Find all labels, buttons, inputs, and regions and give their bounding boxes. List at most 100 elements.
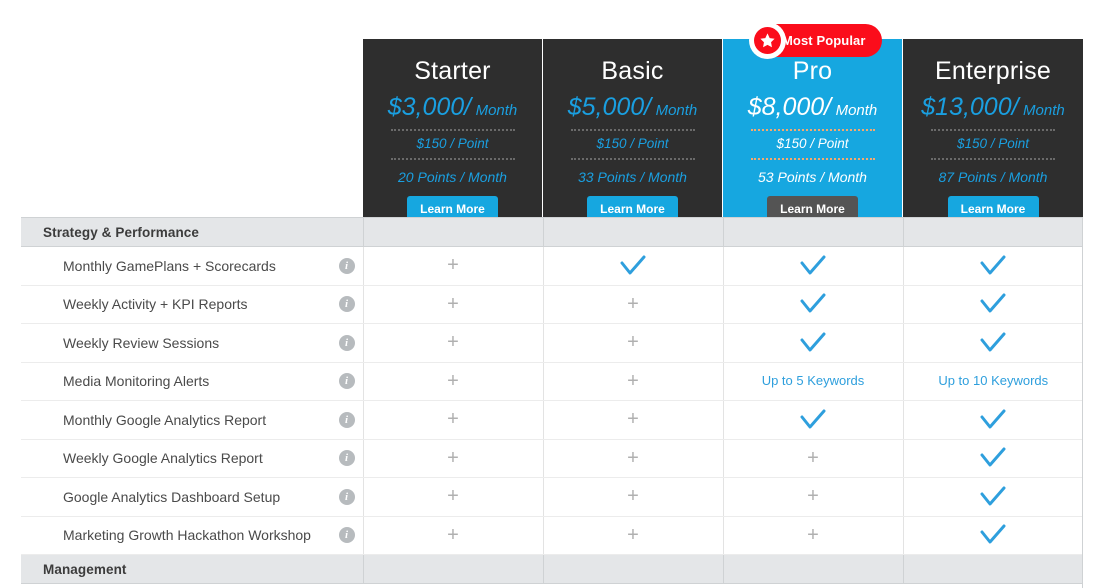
- plan-cell: +: [543, 516, 723, 555]
- table-row: Marketing Growth Hackathon Workshopi + + +: [21, 516, 1083, 555]
- plan-cell: [723, 401, 903, 440]
- plan-cell: +: [363, 285, 543, 324]
- section-header-row: Management: [21, 555, 1083, 584]
- cell-text: Up to 10 Keywords: [938, 373, 1048, 388]
- table-row: Monthly GamePlans + Scorecards i +: [21, 247, 1083, 286]
- plan-header-cards: Starter$3,000/ Month$150 / Point20 Point…: [363, 39, 1083, 217]
- section-title: Management: [21, 555, 363, 584]
- info-icon[interactable]: i: [339, 296, 355, 312]
- plus-icon[interactable]: +: [627, 486, 639, 506]
- plus-icon[interactable]: +: [447, 486, 459, 506]
- plan-price-period: Month: [476, 102, 518, 119]
- info-icon[interactable]: i: [339, 489, 355, 505]
- plan-points: 87 Points / Month: [939, 168, 1048, 186]
- plan-unit-price: $150 / Point: [596, 135, 668, 153]
- plan-cell: [903, 247, 1083, 286]
- feature-label: Google Analytics Dashboard Setup: [63, 488, 280, 506]
- plus-icon[interactable]: +: [807, 448, 819, 468]
- plus-icon[interactable]: +: [627, 332, 639, 352]
- plus-icon[interactable]: +: [627, 294, 639, 314]
- feature-cell: Monthly GamePlans + Scorecards i: [21, 247, 363, 286]
- plan-price-slash: /: [1012, 93, 1019, 121]
- plan-price: $3,000/ Month: [388, 94, 518, 124]
- plan-cell: +: [543, 324, 723, 363]
- plan-points: 53 Points / Month: [758, 168, 867, 186]
- plan-cell: [543, 247, 723, 286]
- plan-price-amount: $3,000: [388, 93, 464, 121]
- plus-icon[interactable]: +: [447, 525, 459, 545]
- check-icon: [724, 332, 903, 354]
- check-icon: [904, 293, 1084, 315]
- plus-icon[interactable]: +: [627, 409, 639, 429]
- table-row: Weekly Activity + KPI Reports i + +: [21, 285, 1083, 324]
- plan-cell: [723, 285, 903, 324]
- plus-icon[interactable]: +: [807, 486, 819, 506]
- plan-cell: +: [723, 439, 903, 478]
- plan-price-slash: /: [464, 93, 471, 121]
- plus-icon[interactable]: +: [447, 409, 459, 429]
- info-icon[interactable]: i: [339, 450, 355, 466]
- divider-bottom: [751, 158, 875, 160]
- check-icon: [724, 409, 903, 431]
- feature-label: Media Monitoring Alerts: [63, 372, 209, 390]
- plan-unit-price: $150 / Point: [416, 135, 488, 153]
- table-row: Monthly Google Analytics Report i + +: [21, 401, 1083, 440]
- table-row: Media Monitoring Alerts i + + Up to 5 Keywor…: [21, 362, 1083, 401]
- feature-label: Monthly GamePlans + Scorecards: [63, 257, 276, 275]
- plan-cell: +: [543, 439, 723, 478]
- plan-cell: [903, 285, 1083, 324]
- plus-icon[interactable]: +: [627, 448, 639, 468]
- plan-price-slash: /: [644, 93, 651, 121]
- plan-price-period: Month: [836, 102, 878, 119]
- plan-cell: [903, 516, 1083, 555]
- plan-price: $13,000/ Month: [921, 94, 1064, 124]
- plus-icon[interactable]: +: [447, 255, 459, 275]
- check-icon: [904, 486, 1084, 508]
- plan-price-amount: $13,000: [921, 93, 1011, 121]
- feature-cell: Media Monitoring Alerts i: [21, 362, 363, 401]
- plus-icon[interactable]: +: [627, 525, 639, 545]
- info-icon[interactable]: i: [339, 258, 355, 274]
- plan-price-amount: $5,000: [568, 93, 644, 121]
- feature-label: Weekly Activity + KPI Reports: [63, 295, 248, 313]
- info-icon[interactable]: i: [339, 335, 355, 351]
- info-icon[interactable]: i: [339, 527, 355, 543]
- plan-cell: Up to 5 Keywords: [723, 362, 903, 401]
- plan-name: Pro: [793, 56, 833, 86]
- plus-icon[interactable]: +: [807, 525, 819, 545]
- info-icon[interactable]: i: [339, 373, 355, 389]
- section-header-cell: [723, 555, 903, 584]
- plan-cell: [903, 439, 1083, 478]
- plus-icon[interactable]: +: [447, 332, 459, 352]
- plus-icon[interactable]: +: [627, 371, 639, 391]
- plan-cell: +: [723, 478, 903, 517]
- plus-icon[interactable]: +: [447, 294, 459, 314]
- plan-points: 20 Points / Month: [398, 168, 507, 186]
- plan-cell: +: [363, 401, 543, 440]
- section-header-cell: [543, 555, 723, 584]
- feature-label: Monthly Google Analytics Report: [63, 411, 266, 429]
- plus-icon[interactable]: +: [447, 371, 459, 391]
- plan-card-enterprise: Enterprise $13,000/ Month $150 / Point 87 P…: [903, 39, 1083, 217]
- table-row: Weekly Review Sessionsi++: [21, 324, 1083, 363]
- plus-icon[interactable]: +: [447, 448, 459, 468]
- plan-unit-price: $150 / Point: [957, 135, 1029, 153]
- section-header-cell: [543, 218, 723, 247]
- info-icon[interactable]: i: [339, 412, 355, 428]
- plan-name: Enterprise: [935, 56, 1051, 86]
- plan-cell: [723, 324, 903, 363]
- plan-price-amount: $8,000: [748, 93, 824, 121]
- plan-cell: +: [543, 401, 723, 440]
- section-header-cell: [363, 218, 543, 247]
- plan-cell: [903, 324, 1083, 363]
- plan-cell: +: [363, 478, 543, 517]
- plan-price-period: Month: [1023, 102, 1065, 119]
- section-header-cell: [903, 218, 1083, 247]
- check-icon: [904, 447, 1084, 469]
- plan-cell: Up to 10 Keywords: [903, 362, 1083, 401]
- section-title: Strategy & Performance: [21, 218, 363, 247]
- feature-cell: Marketing Growth Hackathon Workshopi: [21, 516, 363, 555]
- feature-comparison-table: Strategy & PerformanceMonthly GamePlans …: [21, 217, 1083, 584]
- plan-name: Basic: [601, 56, 663, 86]
- check-icon: [904, 332, 1084, 354]
